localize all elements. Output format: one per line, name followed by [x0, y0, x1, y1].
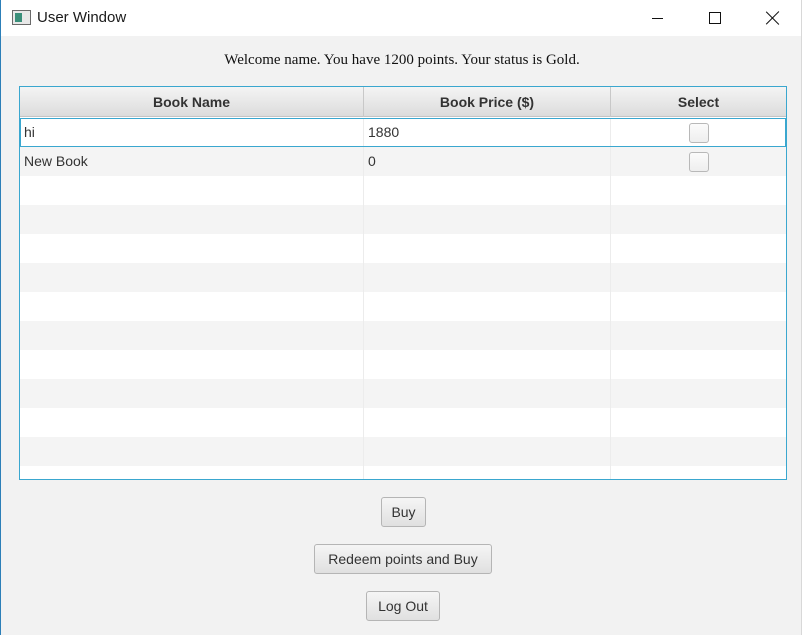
empty-cell: [611, 234, 786, 263]
empty-cell: [364, 321, 611, 350]
books-table[interactable]: Book Name Book Price ($) Select hi 1880 …: [19, 86, 787, 480]
select-checkbox[interactable]: [688, 122, 709, 143]
empty-table-row: [20, 379, 786, 408]
empty-table-row: [20, 263, 786, 292]
user-window: User Window Welcome name. You have 1200 …: [0, 0, 802, 635]
cell-book-name[interactable]: New Book: [20, 147, 364, 176]
empty-cell: [20, 379, 364, 408]
empty-table-row: [20, 234, 786, 263]
cell-book-name[interactable]: hi: [20, 118, 364, 147]
empty-table-row: [20, 437, 786, 466]
cell-select: [611, 147, 786, 176]
column-header-select[interactable]: Select: [611, 87, 786, 117]
table-row[interactable]: New Book 0: [20, 147, 786, 176]
table-header: Book Name Book Price ($) Select: [20, 87, 786, 117]
empty-cell: [364, 205, 611, 234]
empty-cell: [364, 408, 611, 437]
table-row[interactable]: hi 1880: [20, 118, 786, 147]
minimize-icon: [651, 17, 663, 19]
empty-cell: [20, 263, 364, 292]
empty-table-row: [20, 466, 786, 479]
empty-cell: [20, 292, 364, 321]
empty-cell: [20, 350, 364, 379]
empty-cell: [364, 350, 611, 379]
empty-cell: [364, 437, 611, 466]
empty-cell: [364, 379, 611, 408]
window-title: User Window: [37, 9, 127, 26]
empty-cell: [611, 292, 786, 321]
empty-cell: [364, 292, 611, 321]
empty-cell: [364, 263, 611, 292]
empty-cell: [611, 205, 786, 234]
empty-cell: [20, 321, 364, 350]
empty-cell: [20, 234, 364, 263]
maximize-button[interactable]: [686, 0, 744, 36]
empty-cell: [20, 176, 364, 205]
empty-table-row: [20, 350, 786, 379]
empty-cell: [20, 466, 364, 479]
title-bar: User Window: [1, 0, 801, 36]
minimize-button[interactable]: [628, 0, 686, 36]
empty-cell: [611, 263, 786, 292]
empty-cell: [611, 466, 786, 479]
empty-cell: [611, 437, 786, 466]
empty-table-row: [20, 292, 786, 321]
empty-table-row: [20, 408, 786, 437]
cell-book-price[interactable]: 1880: [364, 118, 611, 147]
empty-cell: [611, 176, 786, 205]
empty-cell: [611, 321, 786, 350]
empty-cell: [611, 408, 786, 437]
log-out-button[interactable]: Log Out: [366, 591, 440, 621]
empty-cell: [20, 437, 364, 466]
empty-cell: [611, 350, 786, 379]
cell-select: [611, 118, 786, 147]
column-header-book-price[interactable]: Book Price ($): [364, 87, 611, 117]
close-icon: [766, 11, 780, 25]
empty-table-row: [20, 205, 786, 234]
empty-cell: [20, 408, 364, 437]
redeem-points-and-buy-button[interactable]: Redeem points and Buy: [314, 544, 492, 574]
empty-cell: [611, 379, 786, 408]
buy-button[interactable]: Buy: [381, 497, 426, 527]
empty-cell: [364, 234, 611, 263]
cell-book-price[interactable]: 0: [364, 147, 611, 176]
empty-cell: [364, 176, 611, 205]
close-button[interactable]: [744, 0, 802, 36]
maximize-icon: [709, 12, 721, 24]
select-checkbox[interactable]: [688, 151, 709, 172]
table-body: hi 1880 New Book 0: [20, 118, 786, 479]
empty-table-row: [20, 176, 786, 205]
empty-cell: [364, 466, 611, 479]
welcome-message: Welcome name. You have 1200 points. Your…: [224, 52, 580, 68]
empty-table-row: [20, 321, 786, 350]
app-window-icon: [12, 10, 31, 25]
empty-cell: [20, 205, 364, 234]
column-header-book-name[interactable]: Book Name: [20, 87, 364, 117]
